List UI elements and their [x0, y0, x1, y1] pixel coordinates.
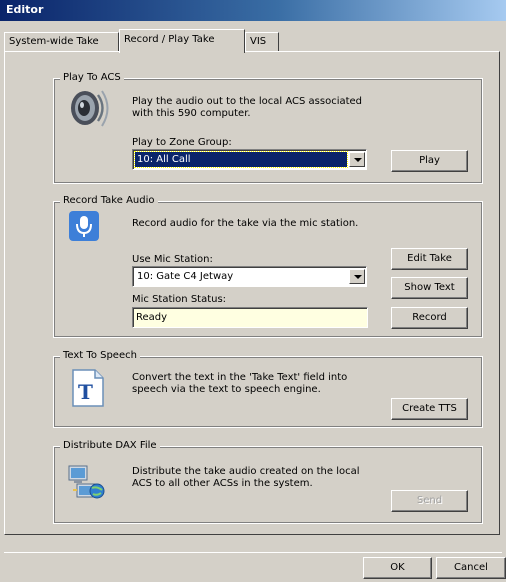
window-title-bar: Editor	[0, 0, 506, 21]
distribute-dax-description: Distribute the take audio created on the…	[132, 466, 360, 489]
cancel-button[interactable]: Cancel	[436, 557, 506, 579]
chevron-down-icon[interactable]	[349, 152, 365, 167]
group-title-distribute-dax-file: Distribute DAX File	[60, 440, 160, 451]
edit-take-button[interactable]: Edit Take	[391, 248, 468, 270]
footer-divider	[4, 552, 502, 553]
record-take-description: Record audio for the take via the mic st…	[132, 218, 359, 229]
record-button[interactable]: Record	[391, 307, 468, 329]
group-title-record-take-audio: Record Take Audio	[60, 195, 158, 206]
zone-group-label: Play to Zone Group:	[132, 137, 232, 148]
zone-group-selected-value: 10: All Call	[134, 151, 348, 168]
speaker-icon	[71, 90, 109, 127]
play-to-acs-description: Play the audio out to the local ACS asso…	[132, 96, 363, 119]
tab-panel-record-play-take: Play To ACS Play the audio out to the lo…	[4, 51, 500, 535]
mic-station-label: Use Mic Station:	[132, 254, 213, 265]
group-title-play-to-acs: Play To ACS	[60, 72, 124, 83]
svg-text:T: T	[78, 380, 93, 404]
text-document-icon: T	[72, 369, 104, 407]
window-title: Editor	[6, 3, 44, 16]
mic-status-field[interactable]: Ready	[132, 307, 368, 328]
microphone-icon	[69, 211, 99, 241]
create-tts-button[interactable]: Create TTS	[391, 398, 468, 420]
mic-station-select[interactable]: 10: Gate C4 Jetway	[132, 266, 367, 287]
send-button[interactable]: Send	[391, 490, 468, 512]
tab-system-wide-take[interactable]: System-wide Take	[4, 32, 119, 52]
network-computers-icon	[68, 465, 105, 499]
play-button[interactable]: Play	[391, 150, 468, 172]
tab-record-play-take[interactable]: Record / Play Take	[119, 29, 245, 53]
show-text-button[interactable]: Show Text	[391, 277, 468, 299]
chevron-down-icon[interactable]	[349, 269, 365, 284]
zone-group-select[interactable]: 10: All Call	[132, 149, 367, 170]
tab-vis[interactable]: VIS	[245, 32, 279, 52]
mic-status-label: Mic Station Status:	[132, 294, 227, 305]
text-to-speech-description: Convert the text in the 'Take Text' fiel…	[132, 372, 348, 395]
group-title-text-to-speech: Text To Speech	[60, 350, 140, 361]
editor-window: Editor System-wide Take Record / Play Ta…	[0, 0, 506, 582]
mic-station-selected-value: 10: Gate C4 Jetway	[137, 271, 234, 282]
ok-button[interactable]: OK	[363, 557, 432, 579]
